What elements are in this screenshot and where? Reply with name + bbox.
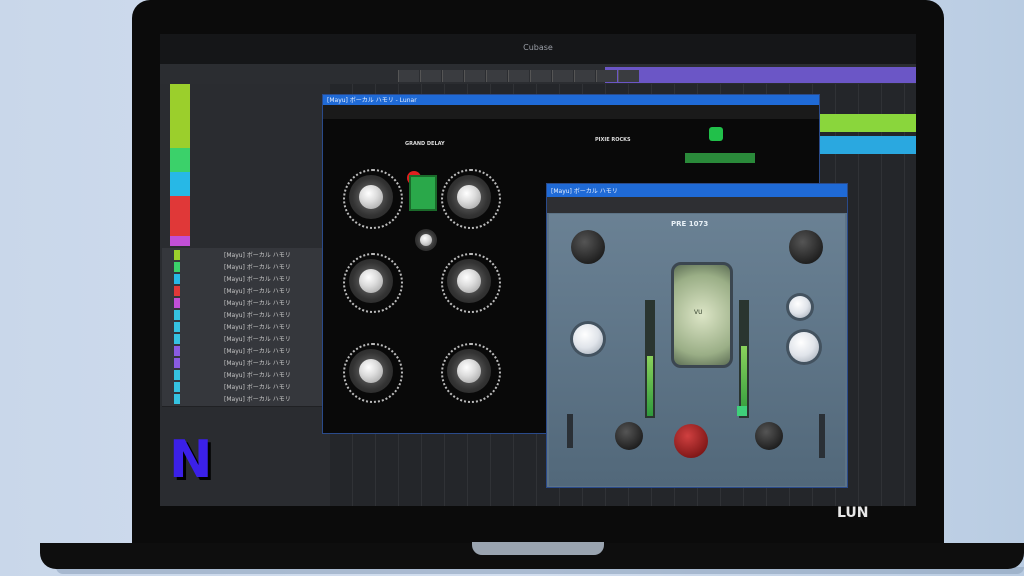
audio-clip[interactable] [818, 136, 916, 154]
track-label: [Mayu] ボーカル ハモリ [224, 252, 291, 259]
track-label: [Mayu] ボーカル ハモリ [224, 348, 291, 355]
track-color-swatch [174, 310, 180, 320]
plugin-title: [Mayu] ボーカル ハモリ [551, 188, 618, 195]
track-color-swatch [174, 286, 180, 296]
laptop-notch [472, 542, 604, 555]
section-label: PIXIE ROCKS [595, 137, 631, 143]
track-color-strip [170, 172, 190, 196]
track-row[interactable]: [Mayu] ボーカル ハモリ [162, 392, 324, 407]
track-label: [Mayu] ボーカル ハモリ [224, 324, 291, 331]
ruler-bar [486, 70, 507, 82]
eq-low-knob[interactable] [789, 332, 819, 362]
track-color-swatch [174, 262, 180, 272]
gain-knob[interactable] [573, 324, 603, 354]
ruler-bar [508, 70, 529, 82]
track-label: [Mayu] ボーカル ハモリ [224, 360, 291, 367]
ruler-bar [464, 70, 485, 82]
plugin-toolbar[interactable] [547, 197, 847, 213]
track-color-swatch [174, 274, 180, 284]
track-label: [Mayu] ボーカル ハモリ [224, 288, 291, 295]
window-title: Cubase [523, 43, 553, 52]
ruler-bar [420, 70, 441, 82]
track-label: [Mayu] ボーカル ハモリ [224, 300, 291, 307]
ruler-bar [442, 70, 463, 82]
track-label: [Mayu] ボーカル ハモリ [224, 264, 291, 271]
ruler-bar [552, 70, 573, 82]
track-color-swatch [174, 298, 180, 308]
rate-knob[interactable] [447, 259, 491, 303]
time-knob[interactable] [349, 175, 393, 219]
track-color-strip [170, 236, 190, 246]
output-knob[interactable] [789, 230, 823, 264]
track-label: [Mayu] ボーカル ハモリ [224, 384, 291, 391]
plugin-titlebar[interactable]: [Mayu] ボーカル ハモリ [547, 184, 847, 197]
highcut-knob[interactable] [447, 349, 491, 393]
track-color-swatch [174, 250, 180, 260]
track-color-strip [170, 84, 190, 148]
track-label: [Mayu] ボーカル ハモリ [224, 396, 291, 403]
trim-knob[interactable] [755, 422, 783, 450]
feedback-knob[interactable] [447, 175, 491, 219]
track-label: [Mayu] ボーカル ハモリ [224, 276, 291, 283]
track-color-swatch [174, 370, 180, 380]
lowcut-knob[interactable] [349, 349, 393, 393]
ruler-bar [574, 70, 595, 82]
output-meter [739, 300, 749, 418]
plugin-toolbar[interactable] [323, 105, 819, 119]
eq-high-knob[interactable] [789, 296, 811, 318]
track-color-swatch [174, 334, 180, 344]
vu-meter-display: VU [671, 262, 733, 368]
plugin-titlebar[interactable]: [Mayu] ボーカル ハモリ - Lunar [323, 95, 819, 105]
plugin-header: GRAND DELAY [405, 141, 445, 147]
status-led-icon [737, 406, 747, 416]
frequency-knob[interactable] [674, 424, 708, 458]
track-color-swatch [174, 322, 180, 332]
input-meter [645, 300, 655, 418]
input-knob[interactable] [571, 230, 605, 264]
power-led-icon [709, 127, 723, 141]
plugin-title: [Mayu] ボーカル ハモリ - Lunar [327, 97, 417, 104]
track-color-swatch [174, 346, 180, 356]
window-titlebar: Cubase [160, 34, 916, 64]
track-color-swatch [174, 394, 180, 404]
audio-clip[interactable] [818, 114, 916, 132]
track-label: [Mayu] ボーカル ハモリ [224, 336, 291, 343]
track-color-swatch [174, 382, 180, 392]
brand-logo: LUN [837, 505, 869, 521]
fader[interactable] [819, 414, 825, 458]
ruler-bar [530, 70, 551, 82]
vu-label: VU [694, 309, 703, 316]
drive-knob[interactable] [615, 422, 643, 450]
modulation-knob[interactable] [349, 259, 393, 303]
brand-logo: PRE 1073 [671, 220, 709, 228]
toggle-switch[interactable] [409, 175, 437, 211]
ruler-bar [596, 70, 617, 82]
track-color-strip [170, 196, 190, 236]
track-label: [Mayu] ボーカル ハモリ [224, 372, 291, 379]
ruler-bar [618, 70, 639, 82]
ruler-bar [398, 70, 419, 82]
preset-bar[interactable] [685, 153, 755, 163]
track-color-strip [170, 148, 190, 172]
fader[interactable] [567, 414, 573, 448]
mix-knob[interactable] [415, 229, 437, 251]
track-label: [Mayu] ボーカル ハモリ [224, 312, 291, 319]
track-color-swatch [174, 358, 180, 368]
timeline-ruler-loop[interactable] [605, 67, 916, 83]
channel-logo: N [169, 430, 213, 490]
